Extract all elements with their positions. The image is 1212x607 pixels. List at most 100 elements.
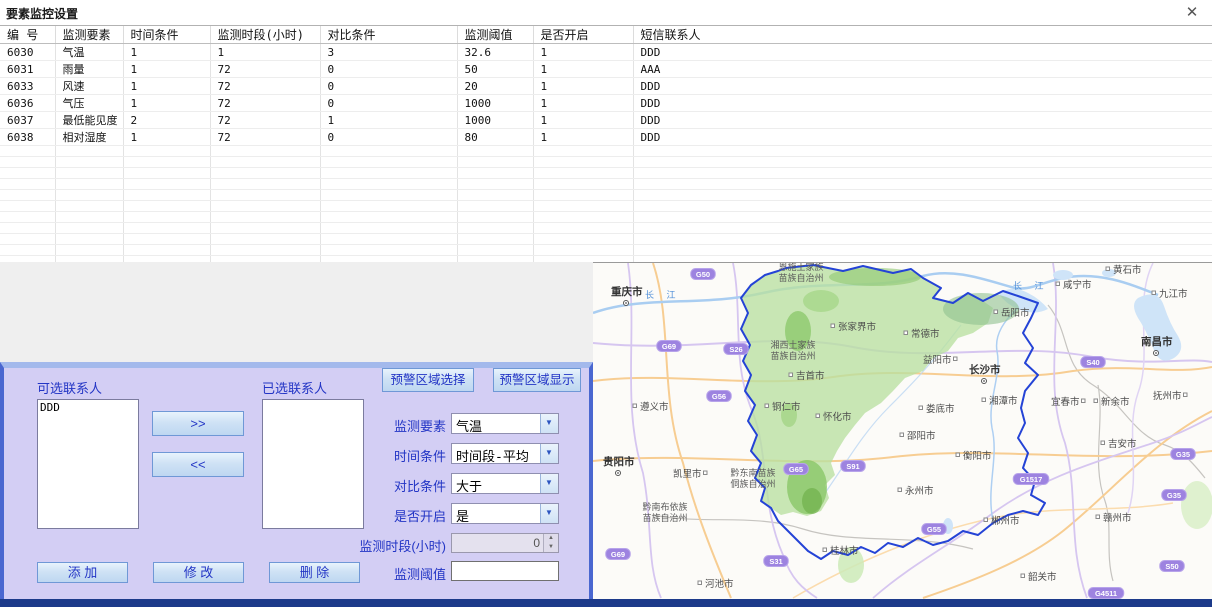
- table-cell: 1: [320, 112, 457, 129]
- column-header[interactable]: 时间条件: [123, 26, 210, 44]
- table-row-empty: [0, 146, 1212, 157]
- map-label: 湘潭市: [989, 395, 1018, 407]
- map-label: 黔南布依族: [642, 501, 687, 512]
- time-cond-combo[interactable]: 时间段-平均: [451, 443, 559, 464]
- map-marker: [1106, 267, 1110, 271]
- spinner-arrows[interactable]: ▲▼: [543, 534, 558, 552]
- table-cell: DDD: [633, 95, 1212, 112]
- table-cell: 1: [210, 44, 320, 61]
- table-row[interactable]: 6036气压172010001DDD: [0, 95, 1212, 112]
- map-label: 抚州市: [1153, 390, 1182, 402]
- column-header[interactable]: 监测要素: [55, 26, 123, 44]
- column-header[interactable]: 监测阈值: [457, 26, 533, 44]
- table-row[interactable]: 6033风速1720201DDD: [0, 78, 1212, 95]
- period-spinner[interactable]: 0 ▲▼: [451, 533, 559, 553]
- table-row[interactable]: 6030气温11332.61DDD: [0, 44, 1212, 61]
- map-marker: [1082, 399, 1086, 403]
- close-icon[interactable]: ✕: [1182, 3, 1202, 23]
- table-row-empty: [0, 190, 1212, 201]
- map-svg[interactable]: 重庆市黄石市咸宁市九江市南昌市岳阳市张家界市常德市益阳市长沙市湘潭市娄底市邵阳市…: [593, 263, 1212, 599]
- table-cell: 3: [320, 44, 457, 61]
- map-label: G55: [927, 525, 941, 534]
- table-cell: 2: [123, 112, 210, 129]
- modify-button[interactable]: 修 改: [153, 562, 244, 583]
- table-cell: DDD: [633, 129, 1212, 146]
- table-row-empty: [0, 245, 1212, 256]
- map-label: 恩施土家族: [778, 263, 823, 272]
- column-header[interactable]: 对比条件: [320, 26, 457, 44]
- spinner-up-icon[interactable]: ▲: [544, 534, 558, 543]
- warn-area-show-button[interactable]: 预警区域显示: [493, 368, 581, 392]
- table-row[interactable]: 6031雨量1720501AAA: [0, 61, 1212, 78]
- element-combo[interactable]: 气温: [451, 413, 559, 434]
- map-panel[interactable]: 重庆市黄石市咸宁市九江市南昌市岳阳市张家界市常德市益阳市长沙市湘潭市娄底市邵阳市…: [593, 263, 1212, 600]
- compare-combo[interactable]: 大于: [451, 473, 559, 494]
- map-marker: [994, 310, 998, 314]
- table-cell: 0: [320, 95, 457, 112]
- column-header[interactable]: 是否开启: [533, 26, 633, 44]
- table-row-empty: [0, 212, 1212, 223]
- move-left-button[interactable]: <<: [152, 452, 244, 477]
- table-cell: 1: [123, 78, 210, 95]
- table-cell: 6031: [0, 61, 55, 78]
- column-header[interactable]: 监测时段(小时): [210, 26, 320, 44]
- threshold-label: 监测阈值: [334, 564, 446, 583]
- map-marker: [765, 404, 769, 408]
- map-marker: [698, 581, 702, 585]
- map-label: 贵阳市: [603, 455, 635, 468]
- table-cell: 1: [123, 44, 210, 61]
- table-row-empty: [0, 223, 1212, 234]
- map-label: 黔东南苗族: [730, 467, 775, 478]
- chevron-down-icon[interactable]: [540, 504, 558, 523]
- table-cell: 最低能见度: [55, 112, 123, 129]
- map-label: 重庆市: [611, 285, 643, 298]
- table-cell: AAA: [633, 61, 1212, 78]
- map-marker: [1101, 441, 1105, 445]
- table-row-empty: [0, 157, 1212, 168]
- map-label: G50: [696, 270, 710, 279]
- window-bottom-edge: [0, 599, 1212, 607]
- map-label: 吉首市: [796, 370, 825, 382]
- available-contacts-list[interactable]: DDD: [37, 399, 139, 529]
- chevron-down-icon[interactable]: [540, 414, 558, 433]
- chevron-down-icon[interactable]: [540, 444, 558, 463]
- element-monitoring-window: 要素监控设置 ✕ 编 号监测要素时间条件监测时段(小时)对比条件监测阈值是否开启…: [0, 0, 1212, 607]
- table-row[interactable]: 6038相对湿度1720801DDD: [0, 129, 1212, 146]
- map-marker: [704, 471, 708, 475]
- add-button[interactable]: 添 加: [37, 562, 128, 583]
- enabled-value: 是: [456, 506, 469, 525]
- map-marker: [954, 357, 958, 361]
- column-header[interactable]: 短信联系人: [633, 26, 1212, 44]
- chevron-down-icon[interactable]: [540, 474, 558, 493]
- list-item[interactable]: DDD: [38, 400, 138, 415]
- spinner-down-icon[interactable]: ▼: [544, 543, 558, 552]
- enabled-combo[interactable]: 是: [451, 503, 559, 524]
- map-label: G4511: [1095, 589, 1117, 598]
- map-label: G69: [662, 342, 676, 351]
- table-cell: 气压: [55, 95, 123, 112]
- column-header[interactable]: 编 号: [0, 26, 55, 44]
- map-marker: [1021, 574, 1025, 578]
- move-right-button[interactable]: >>: [152, 411, 244, 436]
- period-label: 监测时段(小时): [334, 536, 446, 555]
- table-cell: 6038: [0, 129, 55, 146]
- table-cell: 0: [320, 129, 457, 146]
- map-label: S91: [846, 462, 859, 471]
- map-marker: [919, 406, 923, 410]
- threshold-input[interactable]: [451, 561, 559, 581]
- table-row[interactable]: 6037最低能见度272110001DDD: [0, 112, 1212, 129]
- table-cell: 雨量: [55, 61, 123, 78]
- map-label: S31: [769, 557, 782, 566]
- map-marker: [633, 404, 637, 408]
- map-label: G56: [712, 392, 726, 401]
- time-cond-value: 时间段-平均: [456, 446, 529, 465]
- map-label: 铜仁市: [772, 401, 801, 413]
- warn-area-select-button[interactable]: 预警区域选择: [382, 368, 474, 392]
- table-cell: 0: [320, 61, 457, 78]
- map-marker: [1096, 515, 1100, 519]
- title-bar: 要素监控设置 ✕: [0, 0, 1212, 26]
- map-label: G35: [1167, 491, 1181, 500]
- table-cell: 1: [533, 61, 633, 78]
- table-cell: 50: [457, 61, 533, 78]
- table-cell: 72: [210, 112, 320, 129]
